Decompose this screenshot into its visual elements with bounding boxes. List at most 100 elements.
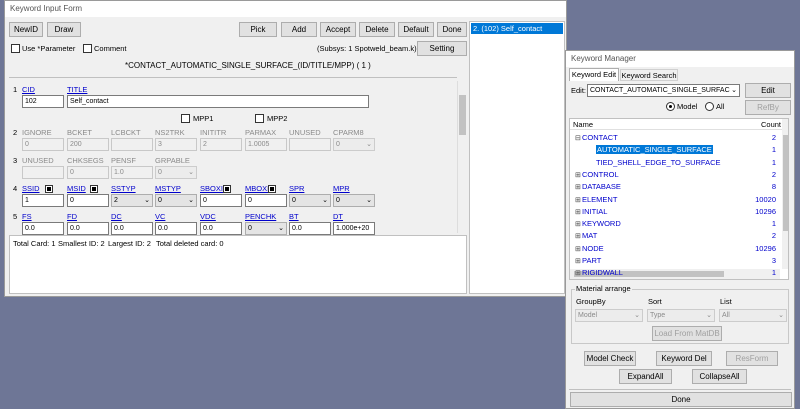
expand-icon[interactable]: ⊞	[575, 220, 582, 228]
tree-item[interactable]: ⊞INITIAL	[575, 207, 607, 216]
row5-field-input[interactable]: 1.000e+20	[333, 222, 375, 235]
row4-field-input[interactable]: 0	[67, 194, 109, 207]
model-radio[interactable]	[666, 102, 675, 111]
row2-field-input[interactable]: 3	[155, 138, 197, 151]
row5-field-input[interactable]: 0.0	[67, 222, 109, 235]
cid-label[interactable]: CID	[22, 85, 35, 94]
tree-item[interactable]: ⊞MAT	[575, 231, 597, 240]
done-button[interactable]: Done	[437, 22, 467, 37]
tree-item[interactable]: ⊞ELEMENT	[575, 195, 617, 204]
expand-icon[interactable]: ⊞	[575, 257, 582, 265]
row4-field-input[interactable]: 0 ⌄	[333, 194, 375, 207]
comment-checkbox[interactable]	[83, 44, 92, 53]
edit-keyword-select[interactable]: CONTACT_AUTOMATIC_SINGLE_SURFAC ⌄	[587, 84, 740, 97]
tree-item[interactable]: ⊞PART	[575, 256, 601, 265]
row4-field-label[interactable]: MSID	[67, 184, 86, 193]
list-item[interactable]: 2. (102) Self_contact	[471, 23, 563, 34]
title-input[interactable]: Self_contact	[67, 95, 369, 108]
row4-field-input[interactable]: 0 ⌄	[289, 194, 331, 207]
row5-field-label[interactable]: DT	[333, 212, 343, 221]
keyword-del-button[interactable]: Keyword Del	[656, 351, 712, 366]
pick-toggle-icon[interactable]	[268, 185, 276, 193]
tree-item[interactable]: TIED_SHELL_EDGE_TO_SURFACE	[596, 158, 721, 167]
tree-item[interactable]: ⊞CONTROL	[575, 170, 619, 179]
use-parameter-checkbox[interactable]	[11, 44, 20, 53]
row2-field-input[interactable]: 2	[200, 138, 242, 151]
pick-toggle-icon[interactable]	[223, 185, 231, 193]
row5-field-input[interactable]: 0.0	[200, 222, 242, 235]
row3-field-input[interactable]: 1.0	[111, 166, 153, 179]
mpp1-checkbox[interactable]	[181, 114, 190, 123]
title-label[interactable]: TITLE	[67, 85, 87, 94]
id-list[interactable]: 2. (102) Self_contact	[469, 21, 565, 294]
row5-field-input[interactable]: 0.0	[111, 222, 153, 235]
tab-keyword-edit[interactable]: Keyword Edit	[569, 68, 619, 81]
default-button[interactable]: Default	[398, 22, 434, 37]
newid-button[interactable]: NewID	[9, 22, 43, 37]
row4-field-label[interactable]: SPR	[289, 184, 304, 193]
row4-field-input[interactable]: 1	[22, 194, 64, 207]
row4-field-input[interactable]: 2 ⌄	[111, 194, 153, 207]
edit-button[interactable]: Edit	[745, 83, 791, 98]
resform-button[interactable]: ResForm	[726, 351, 778, 366]
tab-keyword-search[interactable]: Keyword Search	[620, 69, 678, 81]
row2-field-input[interactable]: 200	[67, 138, 109, 151]
sort-select[interactable]: Type ⌄	[647, 309, 715, 322]
tree-item[interactable]: ⊞NODE	[575, 244, 604, 253]
expand-icon[interactable]: ⊞	[575, 269, 582, 277]
expand-icon[interactable]: ⊞	[575, 232, 582, 240]
done-button[interactable]: Done	[570, 392, 792, 407]
expand-icon[interactable]: ⊞	[575, 208, 582, 216]
groupby-select[interactable]: Model ⌄	[575, 309, 643, 322]
row5-field-label[interactable]: BT	[289, 212, 299, 221]
expand-icon[interactable]: ⊞	[575, 245, 582, 253]
accept-button[interactable]: Accept	[320, 22, 356, 37]
model-check-button[interactable]: Model Check	[584, 351, 636, 366]
row5-field-label[interactable]: DC	[111, 212, 122, 221]
load-from-matdb-button[interactable]: Load From MatDB	[652, 326, 722, 341]
row5-field-label[interactable]: VC	[155, 212, 165, 221]
expand-all-button[interactable]: ExpandAll	[619, 369, 672, 384]
row4-field-input[interactable]: 0	[245, 194, 287, 207]
tree-item[interactable]: ⊞KEYWORD	[575, 219, 621, 228]
row2-field-input[interactable]: 1.0005	[245, 138, 287, 151]
row2-field-input[interactable]	[289, 138, 331, 151]
row3-field-input[interactable]: 0 ⌄	[155, 166, 197, 179]
pick-toggle-icon[interactable]	[45, 185, 53, 193]
row2-field-input[interactable]: 0	[22, 138, 64, 151]
mpp2-checkbox[interactable]	[255, 114, 264, 123]
expand-icon[interactable]: ⊞	[575, 183, 582, 191]
form-scrollbar[interactable]	[457, 81, 466, 233]
row5-field-input[interactable]: 0.0	[289, 222, 331, 235]
add-button[interactable]: Add	[281, 22, 317, 37]
scroll-thumb[interactable]	[783, 135, 788, 231]
row5-field-input[interactable]: 0.0	[22, 222, 64, 235]
row4-field-input[interactable]: 0 ⌄	[155, 194, 197, 207]
expand-icon[interactable]: ⊞	[575, 196, 582, 204]
pick-button[interactable]: Pick	[239, 22, 277, 37]
pick-toggle-icon[interactable]	[90, 185, 98, 193]
row5-field-input[interactable]: 0.0	[155, 222, 197, 235]
cid-input[interactable]: 102	[22, 95, 64, 108]
tree-vscroll[interactable]	[782, 119, 788, 269]
row5-field-label[interactable]: PENCHK	[245, 212, 276, 221]
setting-button[interactable]: Setting	[417, 41, 467, 56]
row2-field-input[interactable]	[111, 138, 153, 151]
row4-field-input[interactable]: 0	[200, 194, 242, 207]
delete-button[interactable]: Delete	[359, 22, 395, 37]
scroll-thumb[interactable]	[459, 95, 466, 135]
list-select[interactable]: All ⌄	[719, 309, 787, 322]
row3-field-input[interactable]	[22, 166, 64, 179]
all-radio[interactable]	[705, 102, 714, 111]
collapse-all-button[interactable]: CollapseAll	[692, 369, 747, 384]
collapse-icon[interactable]: ⊟	[575, 134, 582, 142]
tree-item[interactable]: ⊟CONTACT	[575, 133, 618, 142]
row4-field-label[interactable]: SSTYP	[111, 184, 136, 193]
expand-icon[interactable]: ⊞	[575, 171, 582, 179]
row4-field-label[interactable]: MSTYP	[155, 184, 181, 193]
row5-field-label[interactable]: FS	[22, 212, 32, 221]
tree-item[interactable]: ⊞DATABASE	[575, 182, 621, 191]
row3-field-input[interactable]: 0	[67, 166, 109, 179]
tree-item[interactable]: AUTOMATIC_SINGLE_SURFACE	[596, 145, 713, 155]
keyword-tree[interactable]: Name Count ⊟CONTACT 2 AUTOMATIC_SINGLE_SUR…	[569, 118, 789, 280]
